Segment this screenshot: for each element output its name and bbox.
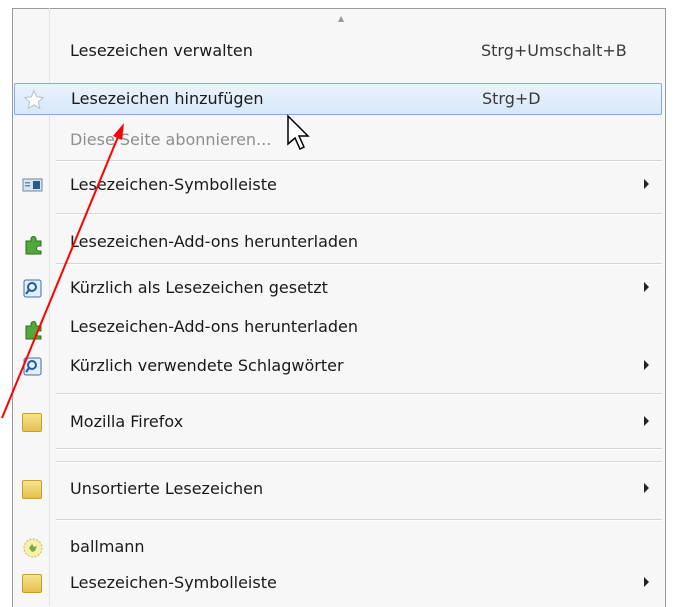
mouse-cursor-icon (287, 114, 310, 151)
annotation-overlay (1, 114, 310, 419)
annotation-arrow-icon (1, 131, 121, 419)
annotation-arrowhead-icon (113, 123, 124, 140)
